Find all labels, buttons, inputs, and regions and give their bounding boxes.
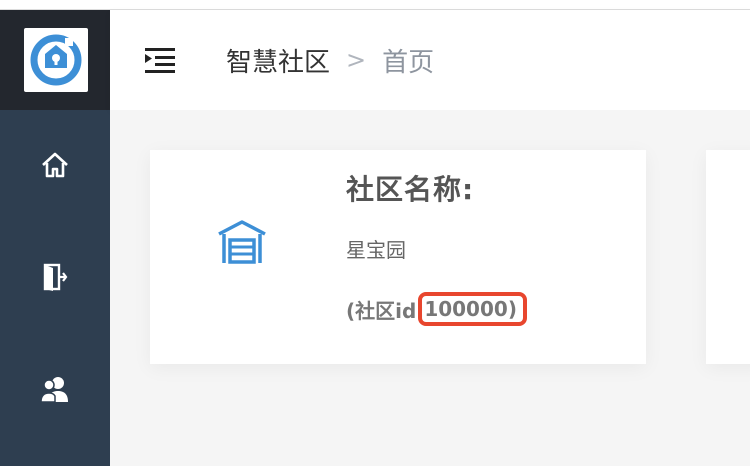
menu-indent-icon <box>145 48 175 73</box>
breadcrumb-root[interactable]: 智慧社区 <box>226 42 330 79</box>
top-border <box>0 0 750 10</box>
breadcrumb-current: 首页 <box>382 47 435 78</box>
home-icon <box>42 152 68 178</box>
logo-area <box>0 10 110 110</box>
users-icon <box>40 377 68 403</box>
home-circle-logo-icon <box>30 34 82 86</box>
garage-building-icon <box>218 220 266 264</box>
secondary-card <box>706 150 750 364</box>
community-info-card: 社区名称: 星宝园 (社区id: 100000) <box>150 150 646 364</box>
community-id-highlight: 100000) <box>418 292 527 326</box>
menu-toggle-button[interactable] <box>140 40 180 80</box>
breadcrumb: 智慧社区 > 首页 <box>226 42 434 78</box>
door-exit-icon <box>43 263 68 291</box>
community-id-suffix: ) <box>507 297 517 321</box>
community-id-line: (社区id: 100000) <box>346 292 527 326</box>
sidebar-item-home[interactable] <box>0 130 110 200</box>
sidebar-item-access[interactable] <box>0 242 110 312</box>
top-header: 智慧社区 > 首页 <box>110 10 750 110</box>
sidebar-item-residents[interactable] <box>0 354 110 424</box>
community-name-title: 社区名称: <box>346 173 475 206</box>
community-id-value: 100000 <box>424 297 508 321</box>
community-id-prefix: (社区id: <box>346 298 425 323</box>
community-name-value: 星宝园 <box>346 238 406 262</box>
main-content: 社区名称: 星宝园 (社区id: 100000) <box>110 110 750 466</box>
sidebar <box>0 10 110 466</box>
app-logo[interactable] <box>24 28 88 92</box>
breadcrumb-separator: > <box>346 46 367 74</box>
